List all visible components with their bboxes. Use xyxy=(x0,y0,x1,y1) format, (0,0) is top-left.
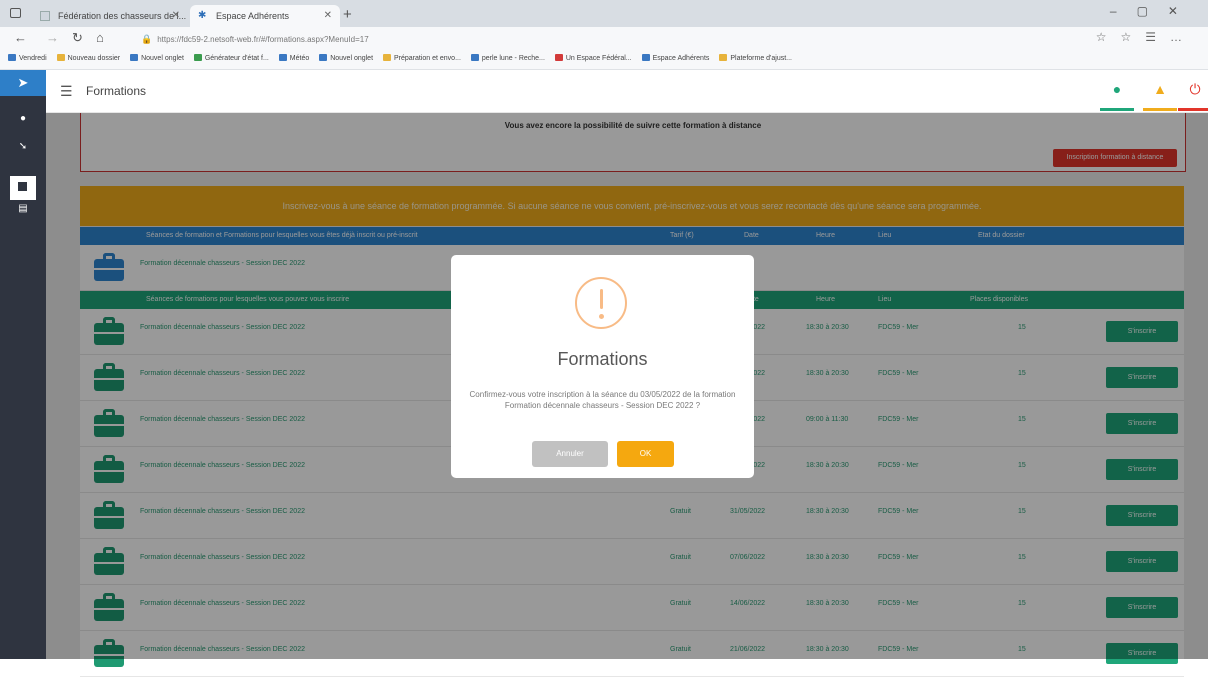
bookmark-item[interactable]: Nouvel onglet xyxy=(319,51,373,67)
page-title: Formations xyxy=(86,84,147,98)
dot-icon[interactable]: ● xyxy=(18,114,28,124)
user-icon[interactable]: ▲ xyxy=(1151,81,1169,99)
user-indicator xyxy=(1143,108,1177,111)
bookmark-icon xyxy=(554,54,563,61)
ok-button[interactable]: OK xyxy=(617,441,674,467)
bookmark-icon xyxy=(319,54,328,61)
refresh-icon[interactable]: ↻ xyxy=(72,30,83,46)
folder-icon xyxy=(56,54,65,61)
warning-icon xyxy=(575,277,627,329)
bookmark-item[interactable]: Un Espace Fédéral... xyxy=(554,51,632,67)
tab-favicon-icon xyxy=(40,11,50,21)
send-icon[interactable]: ➤ xyxy=(0,70,46,96)
bookmark-item[interactable]: Espace Adhérents xyxy=(641,51,709,67)
app-header: ☰ Formations ● ▲ ⏻ xyxy=(46,70,1208,113)
bookmark-icon xyxy=(8,54,16,61)
tab-favicon-icon: ✱ xyxy=(198,10,207,21)
tab-label: Fédération des chasseurs de l... xyxy=(58,11,187,21)
bookmarks-bar: Vendredi Nouveau dossier Nouvel onglet G… xyxy=(0,51,1208,70)
address-bar: ← → ↻ ⌂ 🔒 https://fdc59-2.netsoft-web.fr/… xyxy=(0,27,1208,51)
cursor-icon[interactable]: ➘ xyxy=(18,142,28,152)
close-tab-icon[interactable]: ✕ xyxy=(324,5,332,27)
tab-actions-icon[interactable] xyxy=(10,8,21,18)
bookmark-icon xyxy=(130,54,139,61)
browser-toolbar-icons[interactable]: ☆☆☰… xyxy=(1096,30,1196,44)
chat-indicator xyxy=(1100,108,1134,111)
url-field[interactable]: 🔒 https://fdc59-2.netsoft-web.fr/#/format… xyxy=(141,31,1021,47)
lock-icon: 🔒 xyxy=(141,34,153,44)
bookmark-icon xyxy=(470,54,479,61)
cancel-button[interactable]: Annuler xyxy=(532,441,608,467)
tab-label: Espace Adhérents xyxy=(216,11,290,21)
app-sidebar: ➤ ● ➘ ▤ xyxy=(0,70,46,659)
power-icon[interactable]: ⏻ xyxy=(1186,81,1204,99)
power-indicator xyxy=(1178,108,1208,111)
home-icon[interactable]: ⌂ xyxy=(96,30,104,45)
chat-icon[interactable]: ● xyxy=(1108,81,1126,99)
bookmark-item[interactable]: perle lune - Reche... xyxy=(470,51,545,67)
bookmark-item[interactable]: Vendredi xyxy=(8,51,47,67)
bookmark-icon xyxy=(278,54,287,61)
bookmark-item[interactable]: Nouveau dossier xyxy=(56,51,120,67)
sidebar-item-formations[interactable] xyxy=(10,176,36,200)
bookmark-item[interactable]: Plateforme d'ajust... xyxy=(719,51,792,67)
browser-tab-bar: Fédération des chasseurs de l... ✕ ✱ Esp… xyxy=(0,0,1208,27)
bookmark-item[interactable]: Météo xyxy=(278,51,309,67)
browser-tab-2[interactable]: ✱ Espace Adhérents ✕ xyxy=(190,5,340,27)
list-icon[interactable]: ▤ xyxy=(18,204,28,214)
bookmark-item[interactable]: Préparation et envo... xyxy=(382,51,461,67)
document-icon xyxy=(18,182,27,191)
bookmark-icon xyxy=(641,54,650,61)
close-tab-icon[interactable]: ✕ xyxy=(172,5,180,27)
bookmark-icon xyxy=(719,54,728,61)
forward-icon[interactable]: → xyxy=(46,30,59,45)
new-tab-icon[interactable]: + xyxy=(343,6,352,23)
back-icon[interactable]: ← xyxy=(14,30,27,45)
bookmark-icon xyxy=(382,54,391,61)
dialog-title: Formations xyxy=(557,349,648,369)
bookmark-item[interactable]: Générateur d'état f... xyxy=(193,51,269,67)
menu-icon[interactable]: ☰ xyxy=(60,83,73,100)
bookmark-item[interactable]: Nouvel onglet xyxy=(130,51,184,67)
window-controls[interactable]: –▢✕ xyxy=(1110,4,1198,18)
confirmation-dialog: Formations Confirmez-vous votre inscript… xyxy=(451,255,754,478)
dialog-message: Confirmez-vous votre inscription à la sé… xyxy=(469,390,736,410)
bookmark-icon xyxy=(193,54,202,61)
browser-tab-1[interactable]: Fédération des chasseurs de l... ✕ xyxy=(32,5,188,27)
url-text: https://fdc59-2.netsoft-web.fr/#/formati… xyxy=(157,35,369,44)
